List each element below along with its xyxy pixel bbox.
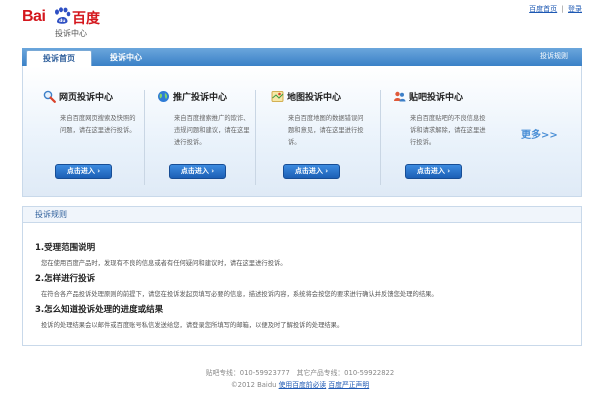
card-promotion-complaint: 推广投诉中心 来自百度搜索推广的欺诈、违规问题和建议，请在这里进行投诉。 点击进… (157, 88, 257, 188)
footer-hotline: 贴吧专线：010-59923777 其它产品专线：010-59922822 (205, 369, 395, 377)
people-icon (394, 91, 406, 102)
enter-button-label: 点击进入 (180, 167, 209, 175)
card-title: 网页投诉中心 (59, 93, 114, 103)
globe-icon (158, 91, 169, 102)
card-map-complaint: 地图投诉中心 来自百度地图的数据错误问题和意见，请在这里进行投诉。 点击进入 › (271, 88, 371, 188)
enter-promotion-button[interactable]: 点击进入 › (169, 164, 226, 179)
nav-rules-link[interactable]: 投诉规则 (540, 51, 568, 61)
card-desc: 来自百度搜索推广的欺诈、违规问题和建议，请在这里进行投诉。 (174, 115, 250, 146)
enter-web-button[interactable]: 点击进入 › (55, 164, 112, 179)
rules-section-text: 在符合各产品投诉处理原则的前提下，请您在投诉发起页填写必要的信息，描述投诉内容，… (41, 291, 438, 298)
baidu-home-link[interactable]: 百度首页 (529, 5, 557, 13)
card-desc: 来自百度地图的数据错误问题和意见，请在这里进行投诉。 (288, 115, 364, 146)
footer-copyright-row: ©2012 Baidu 使用百度前必读 百度严正声明 (0, 379, 600, 389)
nav-bar: 投诉首页 投诉中心 投诉规则 (22, 48, 582, 66)
enter-button-label: 点击进入 (294, 167, 323, 175)
rules-section-text: 您在使用百度产品时，发现有不良的信息或者有任何疑问和建议时，请在这里进行投诉。 (41, 260, 287, 267)
card-title: 贴吧投诉中心 (409, 93, 464, 103)
logo-subtitle: 投诉中心 (55, 29, 87, 38)
card-title: 推广投诉中心 (173, 93, 228, 103)
card-desc: 来自百度贴吧的不良信息投诉和请求解除，请在这里进行投诉。 (410, 115, 486, 146)
footer-read-before-use-link[interactable]: 使用百度前必读 (279, 381, 327, 389)
card-web-complaint: 网页投诉中心 来自百度网页搜索及快照的问题，请在这里进行投诉。 点击进入 › (43, 88, 143, 188)
logo-cn-text: 百度 (72, 11, 100, 27)
complaint-rules-box: 投诉规则 1.受理范围说明 您在使用百度产品时，发现有不良的信息或者有任何疑问和… (22, 206, 582, 346)
map-icon (271, 91, 284, 102)
link-separator: | (561, 5, 564, 13)
logo-latin-text: Bai (22, 8, 46, 25)
top-links: 百度首页 | 登录 (529, 4, 582, 14)
magnifier-icon (43, 90, 56, 103)
enter-tieba-button[interactable]: 点击进入 › (405, 164, 462, 179)
rules-section-title: 2.怎样进行投诉 (35, 274, 96, 284)
baidu-logo[interactable]: Bai du 百度 投诉中心 (22, 6, 112, 40)
tab-complaint-home[interactable]: 投诉首页 (26, 50, 92, 66)
enter-map-button[interactable]: 点击进入 › (283, 164, 340, 179)
rules-section-title: 1.受理范围说明 (35, 243, 96, 253)
enter-button-label: 点击进入 (416, 167, 445, 175)
complaint-centers-panel: 网页投诉中心 来自百度网页搜索及快照的问题，请在这里进行投诉。 点击进入 › 推… (22, 66, 582, 197)
card-desc: 来自百度网页搜索及快照的问题，请在这里进行投诉。 (60, 115, 136, 134)
tab-complaint-center[interactable]: 投诉中心 (110, 50, 142, 66)
paw-icon: du (55, 7, 71, 24)
card-divider (255, 90, 256, 185)
card-divider (380, 90, 381, 185)
card-divider (144, 90, 145, 185)
enter-button-label: 点击进入 (66, 167, 95, 175)
svg-text:du: du (59, 18, 65, 24)
rules-header: 投诉规则 (23, 207, 581, 223)
card-title: 地图投诉中心 (287, 93, 342, 103)
login-link[interactable]: 登录 (568, 5, 582, 13)
footer-copyright: ©2012 Baidu (230, 381, 277, 389)
rules-section-text: 投诉的处理结果会以邮件或百度账号私信发送给您，请登录您所填写的邮箱，以便及时了解… (41, 322, 344, 329)
rules-section-title: 3.怎么知道投诉处理的进度或结果 (35, 305, 164, 315)
footer-statement-link[interactable]: 百度严正声明 (328, 381, 369, 389)
more-link[interactable]: 更多>> (521, 126, 558, 141)
card-tieba-complaint: 贴吧投诉中心 来自百度贴吧的不良信息投诉和请求解除，请在这里进行投诉。 点击进入… (393, 88, 493, 188)
